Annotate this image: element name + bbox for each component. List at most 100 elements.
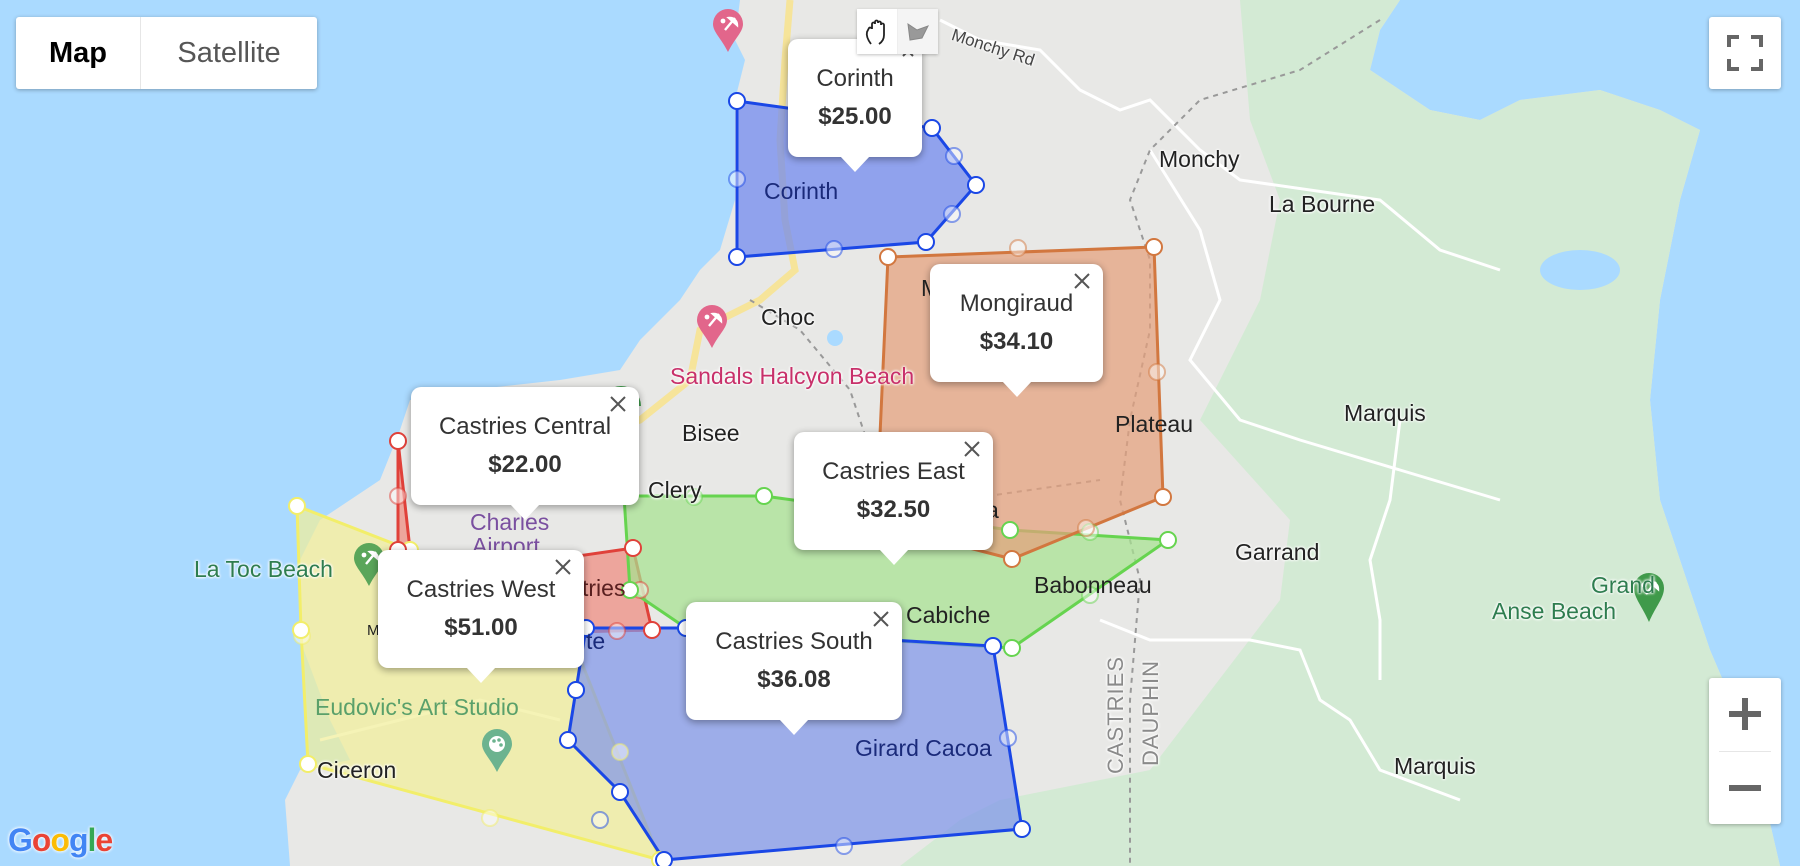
google-logo-letter: o — [31, 822, 52, 858]
vertex-handle[interactable] — [917, 233, 935, 251]
midpoint-handle[interactable] — [999, 729, 1017, 747]
google-logo-letter: o — [50, 822, 70, 858]
zoom-in-button[interactable] — [1709, 678, 1781, 750]
plus-icon — [1729, 698, 1761, 730]
info-window-mongiraud[interactable]: Mongiraud $34.10 — [930, 264, 1103, 397]
zone-name: Castries West — [406, 576, 556, 603]
label-grand-anse-line1[interactable]: Grand — [1591, 572, 1655, 599]
zone-name: Castries Central — [438, 413, 612, 440]
vertex-handle[interactable] — [643, 621, 661, 639]
vertex-handle[interactable] — [728, 248, 746, 266]
zone-name: Castries South — [715, 628, 873, 655]
drawing-toolbar — [857, 9, 938, 54]
label-babonneau: Babonneau — [1034, 572, 1152, 598]
zone-price: $36.08 — [757, 666, 831, 693]
info-window-corinth[interactable]: Corinth $25.00 — [788, 39, 922, 172]
vertex-handle[interactable] — [1003, 550, 1021, 568]
zone-name: Mongiraud — [959, 290, 1074, 317]
zone-price: $32.50 — [856, 496, 931, 523]
label-dauphin-district: DAUPHIN — [1138, 660, 1163, 767]
label-sandals-halcyon-beach[interactable]: Sandals Halcyon Beach — [670, 363, 914, 390]
vertex-handle[interactable] — [288, 497, 306, 515]
vertex-handle[interactable] — [299, 755, 317, 773]
label-plateau: Plateau — [1115, 411, 1194, 437]
label-la-toc-beach[interactable]: La Toc Beach — [194, 556, 333, 583]
map-type-satellite-button[interactable]: Satellite — [141, 17, 317, 89]
midpoint-handle[interactable] — [608, 622, 626, 640]
label-ciceron: Ciceron — [317, 757, 397, 783]
beach-pin-icon[interactable] — [711, 8, 745, 54]
vertex-handle[interactable] — [984, 637, 1002, 655]
label-marquis-south: Marquis — [1394, 753, 1476, 779]
vertex-handle[interactable] — [728, 92, 746, 110]
vertex-handle[interactable] — [1145, 238, 1163, 256]
google-logo[interactable]: Google — [8, 822, 113, 859]
close-icon[interactable] — [552, 556, 574, 578]
pond — [827, 330, 843, 346]
midpoint-handle[interactable] — [481, 809, 499, 827]
zone-price: $34.10 — [979, 328, 1054, 355]
midpoint-handle[interactable] — [1009, 239, 1027, 257]
info-window-castries-central[interactable]: Castries Central $22.00 — [411, 387, 639, 520]
zone-price: $22.00 — [488, 451, 562, 478]
polygon-draw-icon — [907, 22, 930, 41]
label-choc: Choc — [761, 304, 815, 330]
vertex-handle[interactable] — [879, 248, 897, 266]
vertex-handle[interactable] — [624, 539, 642, 557]
vertex-handle[interactable] — [1159, 531, 1177, 549]
vertex-handle[interactable] — [755, 487, 773, 505]
midpoint-handle[interactable] — [389, 487, 407, 505]
midpoint-handle[interactable] — [943, 205, 961, 223]
map-type-map-button[interactable]: Map — [16, 17, 141, 89]
close-icon[interactable] — [607, 393, 629, 415]
label-corinth: Corinth — [764, 178, 839, 204]
close-icon[interactable] — [1071, 270, 1093, 292]
vertex-handle[interactable] — [1154, 488, 1172, 506]
info-window-castries-south[interactable]: Castries South $36.08 — [686, 602, 902, 735]
label-garrand: Garrand — [1235, 539, 1320, 565]
label-grand-anse-line2[interactable]: Anse Beach — [1492, 598, 1616, 625]
google-logo-letter: G — [8, 822, 33, 858]
midpoint-handle[interactable] — [835, 837, 853, 855]
zone-name: Castries East — [822, 458, 965, 485]
midpoint-handle[interactable] — [1148, 363, 1166, 381]
label-eudovics-art-studio[interactable]: Eudovic's Art Studio — [315, 694, 519, 721]
lake — [1390, 0, 1470, 60]
zone-name: Corinth — [816, 65, 894, 92]
info-window-castries-west[interactable]: Castries West $51.00 — [378, 550, 584, 683]
vertex-handle[interactable] — [292, 621, 310, 639]
vertex-handle[interactable] — [1013, 820, 1031, 838]
vertex-handle[interactable] — [1003, 639, 1021, 657]
vertex-handle[interactable] — [611, 783, 629, 801]
zoom-out-button[interactable] — [1709, 752, 1781, 824]
vertex-handle[interactable] — [923, 119, 941, 137]
midpoint-handle[interactable] — [945, 147, 963, 165]
beach-pin-icon[interactable] — [695, 304, 729, 350]
minus-icon — [1729, 785, 1761, 791]
polygon-tool-button[interactable] — [897, 9, 938, 54]
midpoint-handle[interactable] — [591, 811, 609, 829]
google-logo-letter: g — [68, 822, 89, 858]
vertex-handle[interactable] — [655, 851, 673, 866]
info-window-castries-east[interactable]: Castries East $32.50 — [794, 432, 993, 565]
fullscreen-button[interactable] — [1709, 17, 1781, 89]
midpoint-handle[interactable] — [1077, 519, 1095, 537]
midpoint-handle[interactable] — [825, 240, 843, 258]
midpoint-handle[interactable] — [611, 743, 629, 761]
zone-price: $51.00 — [444, 614, 518, 641]
close-icon[interactable] — [870, 608, 892, 630]
vertex-handle[interactable] — [967, 176, 985, 194]
label-la-bourne: La Bourne — [1269, 191, 1376, 217]
midpoint-handle[interactable] — [728, 170, 746, 188]
art-studio-pin-icon[interactable] — [480, 728, 514, 774]
close-icon[interactable] — [961, 438, 983, 460]
vertex-handle[interactable] — [389, 432, 407, 450]
label-bisee: Bisee — [682, 420, 740, 446]
vertex-handle[interactable] — [567, 681, 585, 699]
vertex-handle[interactable] — [1001, 521, 1019, 539]
pan-tool-button[interactable] — [857, 9, 897, 54]
label-clery: Clery — [648, 477, 702, 503]
map-type-control: Map Satellite — [16, 17, 317, 89]
hand-pan-icon — [865, 19, 885, 45]
vertex-handle[interactable] — [559, 731, 577, 749]
